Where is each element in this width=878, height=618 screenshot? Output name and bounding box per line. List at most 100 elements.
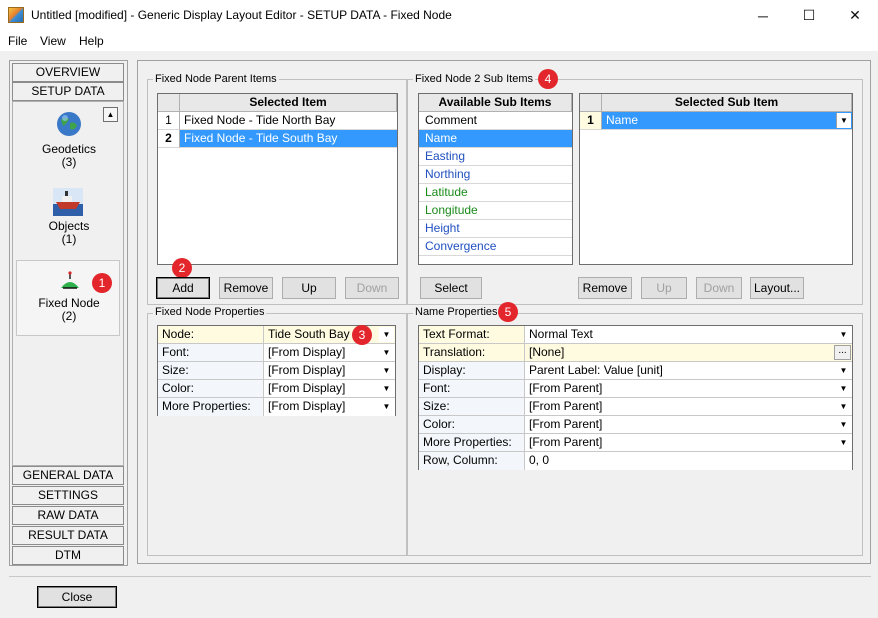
prop-name: Row, Column:: [419, 452, 525, 470]
chevron-down-icon[interactable]: ▼: [379, 381, 394, 396]
chevron-down-icon[interactable]: ▼: [379, 327, 394, 342]
list-item[interactable]: Convergence: [419, 238, 572, 256]
list-item[interactable]: Height: [419, 220, 572, 238]
up-sub-button[interactable]: Up: [641, 277, 687, 299]
down-sub-button[interactable]: Down: [696, 277, 742, 299]
chevron-down-icon[interactable]: ▼: [836, 435, 851, 450]
prop-row-font[interactable]: Font: [From Parent] ▼: [419, 380, 852, 398]
prop-value-color[interactable]: [From Parent] ▼: [525, 416, 852, 433]
row-number: 1: [580, 112, 602, 130]
nav-item-geodetics-label[interactable]: Geodetics: [29, 142, 109, 156]
nav-tab-settings[interactable]: SETTINGS: [12, 486, 124, 505]
row-text[interactable]: Fixed Node - Tide South Bay: [180, 130, 397, 148]
chevron-down-icon[interactable]: ▼: [836, 417, 851, 432]
available-sub-items-list: Available Sub Items Comment Name Easting…: [418, 93, 573, 265]
up-parent-button[interactable]: Up: [282, 277, 336, 299]
chevron-down-icon[interactable]: ▼: [836, 327, 851, 342]
table-row[interactable]: 1 Name ▼: [580, 112, 852, 130]
selected-sub-item-value: Name: [606, 113, 639, 127]
prop-name: Font:: [419, 380, 525, 397]
prop-row-text-format[interactable]: Text Format: Normal Text ▼: [419, 326, 852, 344]
prop-value-font[interactable]: [From Parent] ▼: [525, 380, 852, 397]
list-item[interactable]: Easting: [419, 148, 572, 166]
prop-row-color[interactable]: Color: [From Display] ▼: [158, 380, 395, 398]
prop-value-translation[interactable]: [None]...: [525, 344, 852, 361]
prop-name: Translation:: [419, 344, 525, 361]
nav-tab-overview[interactable]: OVERVIEW: [12, 63, 124, 82]
prop-row-more[interactable]: More Properties: [From Parent] ▼: [419, 434, 852, 452]
table-row[interactable]: 2 Fixed Node - Tide South Bay: [158, 130, 397, 148]
chevron-down-icon[interactable]: ▼: [379, 345, 394, 360]
row-number: 1: [158, 112, 180, 130]
add-button[interactable]: Add: [156, 277, 210, 299]
close-window-button[interactable]: ✕: [832, 0, 878, 31]
prop-row-size[interactable]: Size: [From Parent] ▼: [419, 398, 852, 416]
menu-file[interactable]: File: [8, 34, 27, 48]
selected-sub-item-grid: Selected Sub Item 1 Name ▼: [579, 93, 853, 265]
prop-row-translation[interactable]: Translation: [None]...: [419, 344, 852, 362]
maximize-button[interactable]: ☐: [786, 0, 832, 31]
nav-item-fixed-node-label[interactable]: Fixed Node: [29, 296, 109, 310]
prop-value-size[interactable]: [From Parent] ▼: [525, 398, 852, 415]
chevron-down-icon[interactable]: ▼: [379, 399, 394, 414]
prop-row-display[interactable]: Display: Parent Label: Value [unit] ▼: [419, 362, 852, 380]
chevron-down-icon[interactable]: ▼: [836, 399, 851, 414]
nav-tab-raw-data[interactable]: RAW DATA: [12, 506, 124, 525]
chevron-down-icon[interactable]: ▼: [836, 363, 851, 378]
ellipsis-button[interactable]: ...: [834, 345, 851, 360]
scroll-up-button[interactable]: ▲: [103, 107, 118, 122]
prop-value-node[interactable]: Tide South Bay ▼: [264, 326, 395, 343]
chevron-down-icon[interactable]: ▼: [379, 363, 394, 378]
prop-value-row-column[interactable]: 0, 0: [525, 452, 852, 470]
chevron-down-icon[interactable]: ▼: [836, 381, 851, 396]
prop-value-text: Parent Label: Value [unit]: [529, 363, 663, 377]
remove-parent-button[interactable]: Remove: [219, 277, 273, 299]
nav-item-objects-label[interactable]: Objects: [29, 219, 109, 233]
menu-view[interactable]: View: [40, 34, 66, 48]
prop-row-more[interactable]: More Properties: [From Display] ▼: [158, 398, 395, 416]
menu-help[interactable]: Help: [79, 34, 104, 48]
down-parent-button[interactable]: Down: [345, 277, 399, 299]
list-item[interactable]: Latitude: [419, 184, 572, 202]
nav-tab-setup-data[interactable]: SETUP DATA: [12, 82, 124, 101]
nav-item-fixed-node-count: (2): [61, 309, 77, 323]
list-item[interactable]: Comment: [419, 112, 572, 130]
callout-badge-3: 3: [352, 325, 372, 345]
globe-icon[interactable]: [55, 110, 83, 138]
prop-name: Color:: [419, 416, 525, 433]
callout-badge-4: 4: [538, 69, 558, 89]
minimize-button[interactable]: ─: [740, 0, 786, 31]
prop-value-more[interactable]: [From Parent] ▼: [525, 434, 852, 451]
prop-value-text: [None]: [529, 345, 565, 359]
select-button[interactable]: Select: [420, 277, 482, 299]
list-item[interactable]: Name: [419, 130, 572, 148]
nav-tab-dtm[interactable]: DTM: [12, 546, 124, 565]
app-icon: [8, 7, 24, 23]
available-sub-items-header: Available Sub Items: [419, 94, 572, 112]
table-row[interactable]: 1 Fixed Node - Tide North Bay: [158, 112, 397, 130]
prop-value-color[interactable]: [From Display] ▼: [264, 380, 395, 397]
remove-sub-button[interactable]: Remove: [578, 277, 632, 299]
list-item[interactable]: Longitude: [419, 202, 572, 220]
grid-corner: [158, 94, 180, 112]
prop-row-size[interactable]: Size: [From Display] ▼: [158, 362, 395, 380]
prop-row-font[interactable]: Font: [From Display] ▼: [158, 344, 395, 362]
ship-icon[interactable]: [53, 188, 83, 216]
prop-row-color[interactable]: Color: [From Parent] ▼: [419, 416, 852, 434]
prop-name: More Properties:: [419, 434, 525, 451]
prop-value-more[interactable]: [From Display] ▼: [264, 398, 395, 416]
layout-button[interactable]: Layout...: [750, 277, 804, 299]
row-text[interactable]: Name ▼: [602, 112, 852, 130]
prop-row-row-column[interactable]: Row, Column: 0, 0: [419, 452, 852, 470]
prop-value-text: [From Parent]: [529, 399, 603, 413]
list-item[interactable]: Northing: [419, 166, 572, 184]
chevron-down-icon[interactable]: ▼: [836, 113, 851, 128]
prop-value-text-format[interactable]: Normal Text ▼: [525, 326, 852, 343]
nav-tab-result-data[interactable]: RESULT DATA: [12, 526, 124, 545]
prop-value-font[interactable]: [From Display] ▼: [264, 344, 395, 361]
nav-tab-general-data[interactable]: GENERAL DATA: [12, 466, 124, 485]
prop-value-size[interactable]: [From Display] ▼: [264, 362, 395, 379]
prop-value-display[interactable]: Parent Label: Value [unit] ▼: [525, 362, 852, 379]
close-button[interactable]: Close: [37, 586, 117, 608]
row-text[interactable]: Fixed Node - Tide North Bay: [180, 112, 397, 130]
